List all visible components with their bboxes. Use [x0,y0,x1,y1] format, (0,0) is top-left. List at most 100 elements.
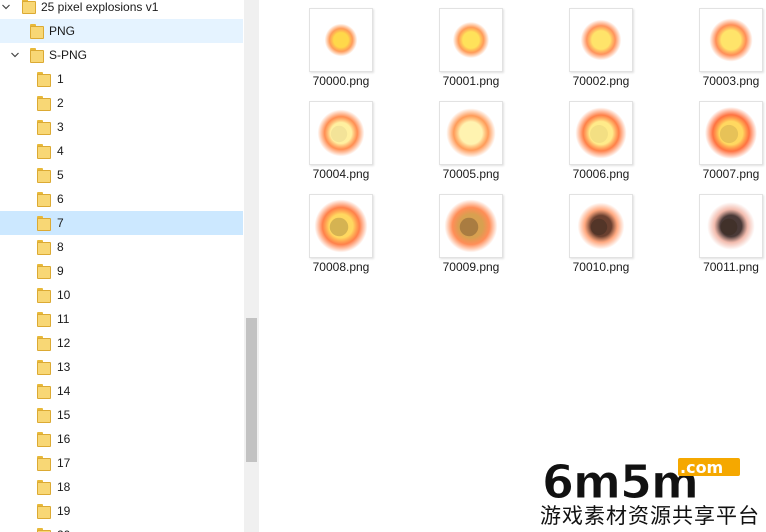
tree-item-label: 25 pixel explosions v1 [41,0,159,14]
file-item[interactable]: 70007.png [676,97,766,189]
file-thumbnail [439,101,503,165]
explosion-image [446,108,496,158]
folder-icon [37,528,51,532]
tree-item-label: S-PNG [49,48,88,62]
folder-icon [37,456,51,471]
folder-icon [37,504,51,519]
tree-item-subfolder-14[interactable]: 14 [0,379,243,403]
file-name: 70007.png [702,167,760,181]
folder-icon [37,144,51,159]
tree-item-subfolder-10[interactable]: 10 [0,283,243,307]
explosion-image [580,19,622,61]
explosion-image [324,23,358,57]
file-thumbnail [569,101,633,165]
tree-item-label: 11 [57,312,70,326]
tree-item-label: 5 [57,168,64,182]
tree-item-label: 19 [57,504,71,518]
file-item[interactable]: 70004.png [286,97,396,189]
tree-item-png[interactable]: PNG [0,19,243,43]
folder-icon [37,240,51,255]
folder-icon [37,168,51,183]
file-name: 70008.png [312,260,370,274]
watermark-logo-text: 6m5m [542,455,698,504]
file-name: 70002.png [572,74,630,88]
tree-item-label: 18 [57,480,71,494]
tree-item-subfolder-8[interactable]: 8 [0,235,243,259]
file-item[interactable]: 70006.png [546,97,656,189]
tree-item-subfolder-12[interactable]: 12 [0,331,243,355]
tree-item-subfolder-9[interactable]: 9 [0,259,243,283]
tree-item-subfolder-13[interactable]: 13 [0,355,243,379]
tree-item-label: 16 [57,432,71,446]
file-thumbnail [439,8,503,72]
folder-icon [37,408,51,423]
file-thumbnail [439,194,503,258]
file-thumbnail [699,101,763,165]
tree-item-subfolder-11[interactable]: 11 [0,307,243,331]
file-thumbnail [569,194,633,258]
tree-item-subfolder-17[interactable]: 17 [0,451,243,475]
explosion-image [704,106,758,160]
tree-scrollbar-thumb[interactable] [246,318,257,462]
file-item[interactable]: 70001.png [416,4,526,96]
explosion-image [709,18,753,62]
tree-item-subfolder-7[interactable]: 7 [0,211,243,235]
tree-item-label: 12 [57,336,71,350]
file-name: 70005.png [442,167,500,181]
tree-item-subfolder-19[interactable]: 19 [0,499,243,523]
file-item[interactable]: 70000.png [286,4,396,96]
tree-scrollbar[interactable] [244,0,259,532]
tree-item-subfolder-1[interactable]: 1 [0,67,243,91]
tree-item-label: 20 [57,528,70,532]
tree-item-label: 6 [57,192,64,206]
tree-item-label: 8 [57,240,64,254]
explosion-image [452,21,490,59]
folder-icon [37,480,51,495]
folder-icon [37,432,51,447]
folder-icon [37,192,51,207]
tree-item-label: 9 [57,264,64,278]
folder-tree-pane: 25 pixel explosions v1 PNG S-PNG 1 2 3 4 5 6 7 8 9 1… [0,0,244,532]
tree-item-subfolder-15[interactable]: 15 [0,403,243,427]
file-item[interactable]: 70003.png [676,4,766,96]
folder-icon [37,72,51,87]
tree-item-label: 2 [57,96,64,110]
tree-item-subfolder-4[interactable]: 4 [0,139,243,163]
tree-item-subfolder-20[interactable]: 20 [0,523,243,532]
tree-item-subfolder-6[interactable]: 6 [0,187,243,211]
file-thumbnail [309,194,373,258]
chevron-down-icon[interactable] [10,50,20,60]
file-name: 70001.png [442,74,500,88]
explosion-image [707,202,755,250]
file-item[interactable]: 70002.png [546,4,656,96]
tree-item-subfolder-18[interactable]: 18 [0,475,243,499]
tree-item-subfolder-16[interactable]: 16 [0,427,243,451]
file-item[interactable]: 70005.png [416,97,526,189]
file-name: 70006.png [572,167,630,181]
file-thumbnail [699,194,763,258]
tree-item-subfolder-5[interactable]: 5 [0,163,243,187]
file-item[interactable]: 70008.png [286,190,396,282]
file-thumbnail [699,8,763,72]
watermark-logo: 6m5m .com [542,455,740,504]
file-item[interactable]: 70009.png [416,190,526,282]
tree-item-label: 10 [57,288,71,302]
folder-icon [37,96,51,111]
watermark-logo-suffix-text: .com [680,458,723,477]
folder-icon [37,264,51,279]
tree-item-root[interactable]: 25 pixel explosions v1 [0,0,243,19]
explosion-image [444,199,498,253]
watermark-tagline: 游戏素材资源共享平台 [540,504,760,528]
folder-icon [37,336,51,351]
tree-item-label: PNG [49,24,76,38]
file-thumbnail [569,8,633,72]
tree-item-s-png[interactable]: S-PNG [0,43,243,67]
tree-item-subfolder-3[interactable]: 3 [0,115,243,139]
tree-item-subfolder-2[interactable]: 2 [0,91,243,115]
file-name: 70003.png [702,74,760,88]
file-item[interactable]: 70011.png [676,190,766,282]
file-name: 70011.png [703,260,759,274]
chevron-down-icon[interactable] [1,2,11,12]
folder-icon [37,360,51,375]
file-item[interactable]: 70010.png [546,190,656,282]
